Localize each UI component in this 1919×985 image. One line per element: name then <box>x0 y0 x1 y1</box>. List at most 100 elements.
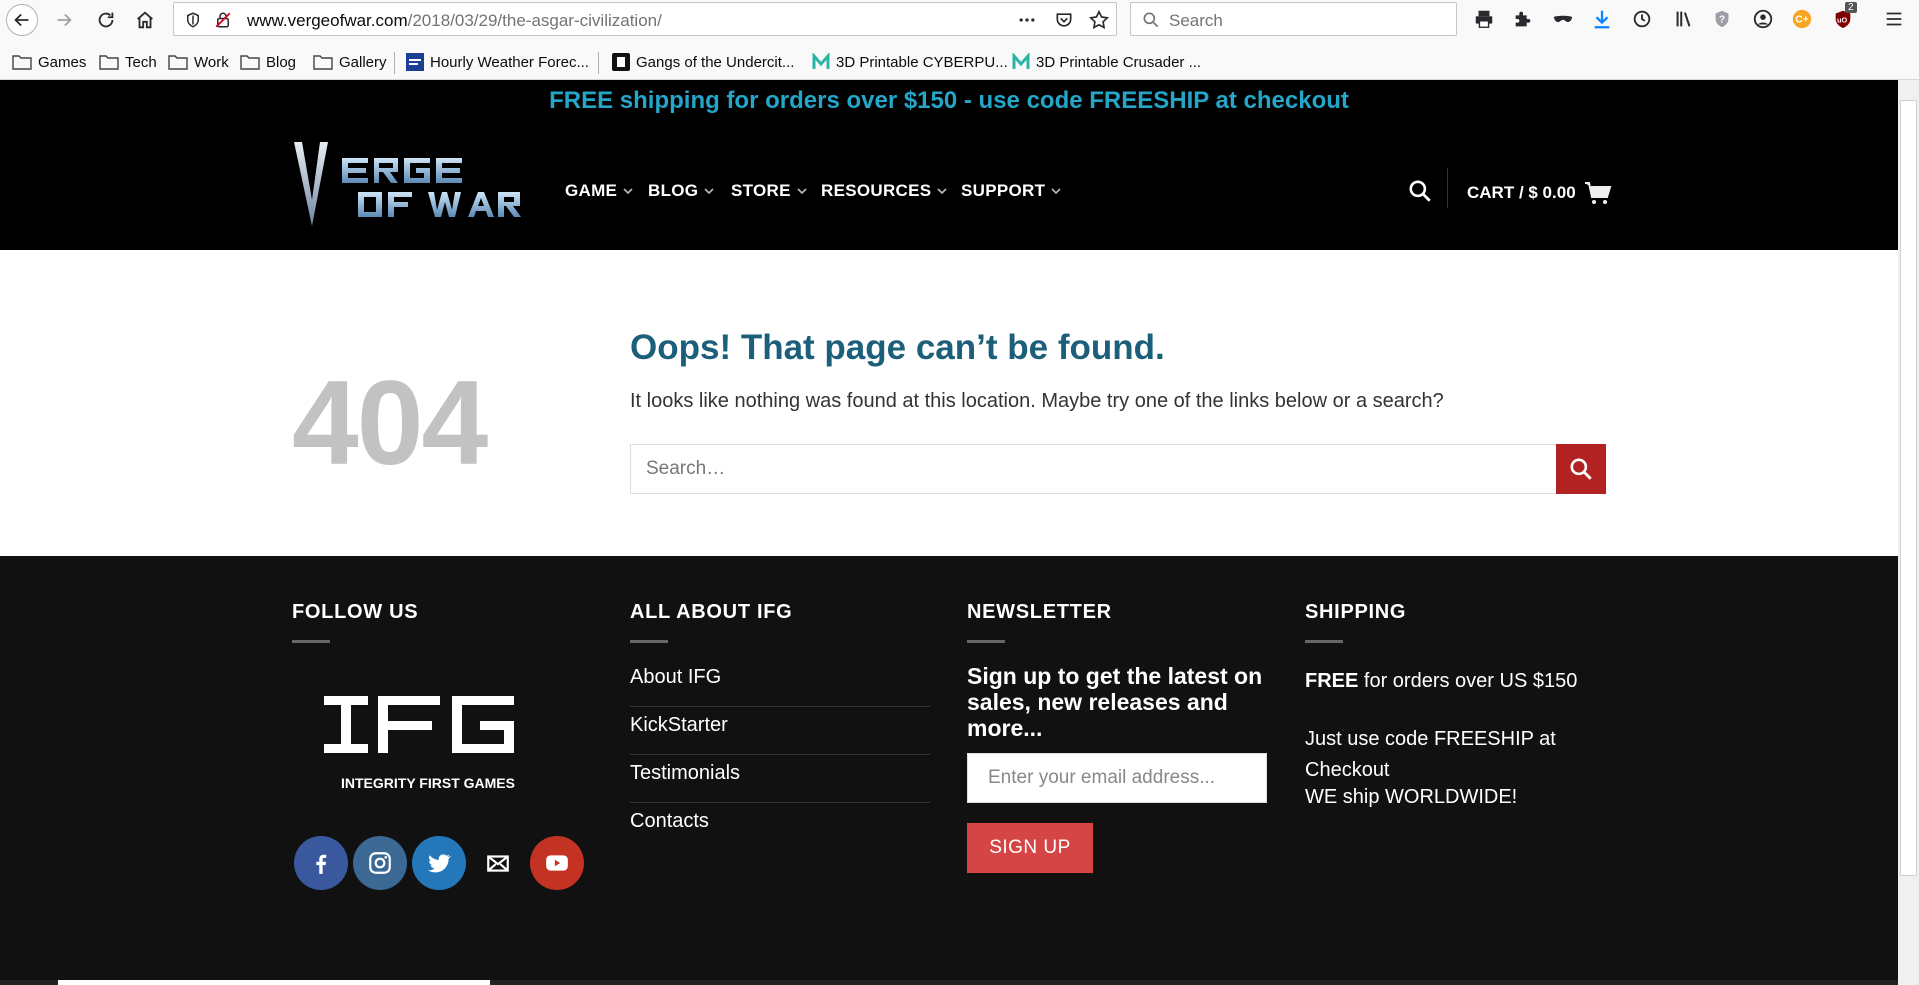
menu-resources[interactable]: RESOURCES <box>821 181 948 201</box>
myminifactory-icon <box>1012 53 1030 69</box>
error-search-button[interactable] <box>1556 444 1606 494</box>
facebook-button[interactable] <box>294 836 348 890</box>
signup-button[interactable]: SIGN UP <box>967 823 1093 873</box>
ublock-button[interactable]: uO 2 <box>1830 2 1857 32</box>
horizontal-scrollbar[interactable] <box>0 980 1898 985</box>
print-button[interactable] <box>1471 6 1497 32</box>
footer-link-about-ifg[interactable]: About IFG <box>630 666 721 689</box>
shipping-free-text: FREE for orders over US $150 <box>1305 666 1595 697</box>
bookmark-folder-gallery[interactable]: Gallery <box>313 51 387 73</box>
reload-button[interactable] <box>90 4 122 36</box>
newsletter-email-input[interactable] <box>967 753 1267 803</box>
ublock-count-badge: 2 <box>1845 2 1857 13</box>
home-button[interactable] <box>129 4 161 36</box>
scrollbar-thumb[interactable] <box>1900 100 1917 876</box>
shopping-cart-icon <box>1584 182 1612 204</box>
bookmark-star-icon[interactable] <box>1088 9 1110 31</box>
facebook-icon <box>316 854 327 874</box>
heading-underline <box>630 640 668 643</box>
horizontal-scroll-thumb[interactable] <box>58 980 490 985</box>
weather-channel-icon <box>406 53 424 71</box>
promo-bar: FREE shipping for orders over $150 - use… <box>0 80 1898 124</box>
reload-icon <box>98 12 114 28</box>
back-button[interactable] <box>6 4 38 36</box>
link-divider <box>630 754 930 755</box>
svg-text:C+: C+ <box>1795 15 1808 26</box>
bookmark-label: Games <box>38 53 87 71</box>
menu-blog[interactable]: BLOG <box>648 181 715 201</box>
bookmark-gangs[interactable]: Gangs of the Undercit... <box>612 51 794 73</box>
chevron-down-icon <box>797 188 807 195</box>
menu-game[interactable]: GAME <box>565 181 634 201</box>
url-path: /2018/03/29/the-asgar-civilization/ <box>407 11 662 30</box>
cart-label: CART / $ 0.00 <box>1467 183 1576 202</box>
shipping-heading: SHIPPING <box>1305 601 1407 623</box>
menu-store[interactable]: STORE <box>731 181 808 201</box>
twitter-button[interactable] <box>412 836 466 890</box>
pocket-icon[interactable] <box>1054 10 1074 30</box>
instagram-button[interactable] <box>353 836 407 890</box>
bookmark-folder-blog[interactable]: Blog <box>240 51 296 73</box>
navigation-toolbar: www.vergeofwar.com/2018/03/29/the-asgar-… <box>0 0 1919 40</box>
menu-support[interactable]: SUPPORT <box>961 181 1062 201</box>
error-code: 404 <box>292 356 488 490</box>
menu-label: GAME <box>565 181 618 200</box>
page-actions-icon[interactable] <box>1016 10 1038 30</box>
bookmark-crusader[interactable]: 3D Printable Crusader ... <box>1012 51 1201 73</box>
chevron-down-icon <box>623 188 633 195</box>
footer-link-contacts[interactable]: Contacts <box>630 810 709 833</box>
arrow-right-icon <box>57 13 72 27</box>
menu-button[interactable] <box>1881 6 1907 32</box>
question-shield-icon: ? <box>1715 10 1729 28</box>
url-bar[interactable]: www.vergeofwar.com/2018/03/29/the-asgar-… <box>173 2 1117 36</box>
bookmark-separator <box>598 52 599 74</box>
chevron-down-icon <box>1051 188 1061 195</box>
mask-icon <box>1553 15 1573 23</box>
instagram-icon <box>369 852 391 874</box>
extensions-button[interactable] <box>1510 6 1536 32</box>
verge-of-war-logo[interactable] <box>292 138 524 234</box>
insecure-connection-icon[interactable] <box>214 11 232 29</box>
clock-icon <box>1633 10 1651 28</box>
history-button[interactable] <box>1629 6 1655 32</box>
menu-label: BLOG <box>648 181 699 200</box>
error-search-input[interactable] <box>631 445 1557 493</box>
heading-underline <box>967 640 1005 643</box>
follow-us-heading: FOLLOW US <box>292 601 419 623</box>
heading-underline <box>1305 640 1343 643</box>
help-extension-button[interactable]: ? <box>1709 6 1735 32</box>
library-button[interactable] <box>1671 6 1697 32</box>
coupon-extension-button[interactable]: C+ <box>1789 6 1815 32</box>
error-message: It looks like nothing was found at this … <box>630 390 1444 412</box>
downloads-button[interactable] <box>1589 6 1615 32</box>
bookmark-label: Gangs of the Undercit... <box>636 53 795 71</box>
site-header: GAME BLOG STORE RESOURCES SUPPORT CART /… <box>0 124 1898 250</box>
bookmark-folder-tech[interactable]: Tech <box>99 51 157 73</box>
private-mask-button[interactable] <box>1550 6 1576 32</box>
home-icon <box>137 11 153 29</box>
search-icon <box>1143 12 1159 28</box>
browser-search-bar[interactable]: Search <box>1130 2 1457 36</box>
footer-link-kickstarter[interactable]: KickStarter <box>630 714 728 737</box>
bookmark-cyberpunk[interactable]: 3D Printable CYBERPU... <box>812 51 1008 73</box>
bookmark-folder-games[interactable]: Games <box>12 51 86 73</box>
url-text[interactable]: www.vergeofwar.com/2018/03/29/the-asgar-… <box>247 11 662 31</box>
forward-button[interactable] <box>48 4 80 36</box>
cart-link[interactable]: CART / $ 0.00 <box>1467 181 1612 205</box>
bookmark-label: 3D Printable CYBERPU... <box>836 53 1008 71</box>
printer-icon <box>1475 10 1493 28</box>
link-divider <box>630 802 930 803</box>
library-icon <box>1676 11 1691 27</box>
error-search-form <box>630 444 1606 494</box>
footer-link-testimonials[interactable]: Testimonials <box>630 762 740 785</box>
chevron-down-icon <box>704 188 714 195</box>
bookmarks-toolbar: Games Tech Work Blog Gallery Hourly Weat… <box>0 44 1919 80</box>
bookmark-weather[interactable]: Hourly Weather Forec... <box>406 51 589 73</box>
youtube-button[interactable] <box>530 836 584 890</box>
bookmark-folder-work[interactable]: Work <box>168 51 229 73</box>
ifg-logo[interactable]: INTEGRITY FIRST GAMES <box>320 690 536 792</box>
account-button[interactable] <box>1750 6 1776 32</box>
shield-icon[interactable] <box>184 11 202 29</box>
header-search-icon[interactable] <box>1407 178 1433 204</box>
email-button[interactable] <box>471 836 525 890</box>
